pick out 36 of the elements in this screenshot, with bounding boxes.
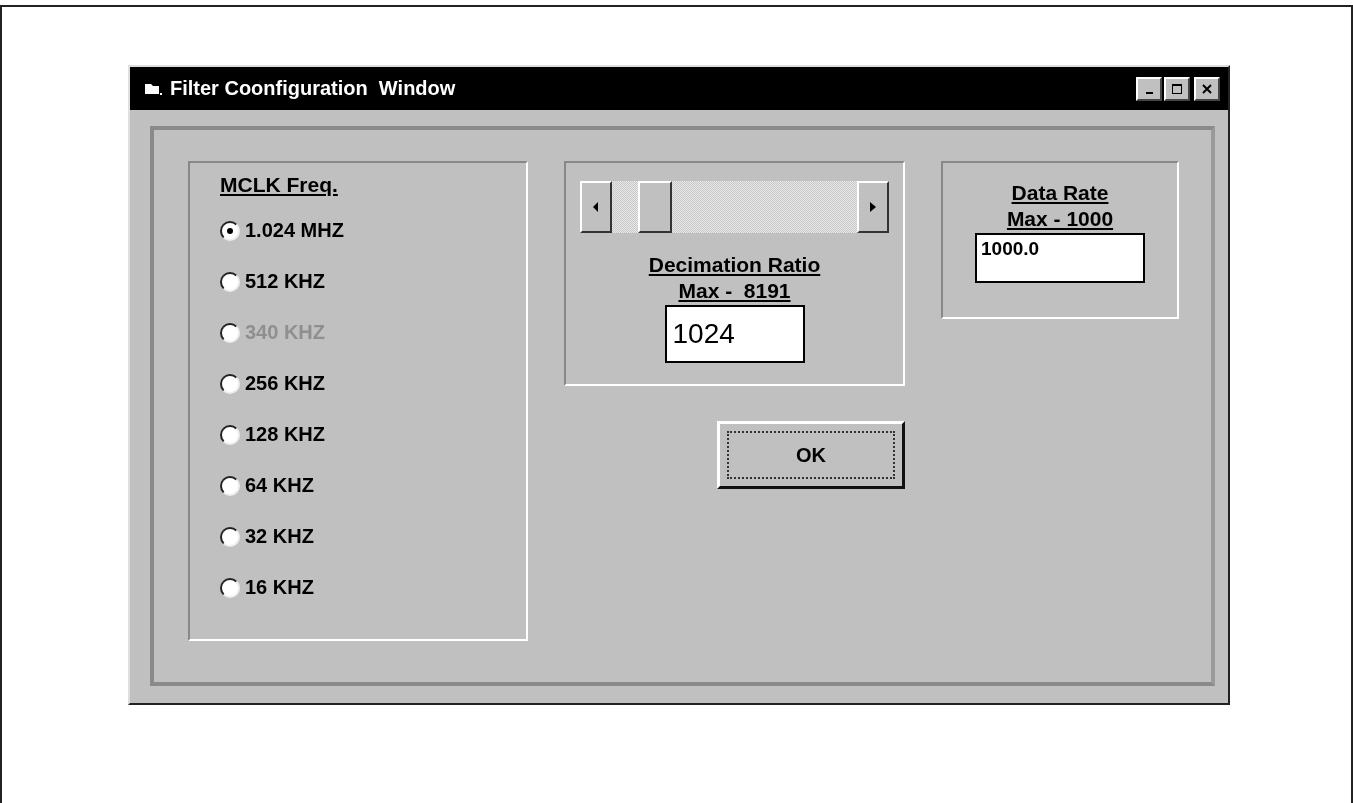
radio-option[interactable]: 512 KHZ (220, 256, 326, 307)
scroll-right-button[interactable] (857, 181, 889, 233)
close-icon (1201, 82, 1213, 95)
radio-circle[interactable] (220, 526, 240, 547)
right-arrow-icon (870, 202, 876, 212)
radio-option[interactable]: 128 KHZ (220, 409, 326, 460)
radio-option[interactable]: 256 KHZ (220, 358, 326, 409)
slider-thumb[interactable] (638, 181, 673, 233)
radio-option[interactable]: 64 KHZ (220, 460, 314, 511)
data-rate-field[interactable]: 1000.0 (975, 233, 1145, 283)
scroll-left-button[interactable] (580, 181, 612, 233)
group-heading: Data Rate (1011, 181, 1109, 205)
window-title: Filter Coonfiguration Window (170, 77, 457, 100)
maximize-button[interactable] (1164, 76, 1190, 101)
left-arrow-icon (593, 202, 599, 212)
group-heading: MCLK Freq. (220, 173, 338, 197)
group-heading: Decimation Ratio (648, 253, 821, 277)
decimation-field[interactable]: 1024 (664, 305, 805, 363)
radio-option[interactable]: 16 KHZ (220, 562, 314, 613)
radio-circle[interactable] (220, 271, 240, 292)
radio-circle[interactable] (220, 424, 240, 445)
radio-option[interactable]: 1.024 MHZ (220, 205, 344, 256)
radio-circle[interactable] (220, 373, 240, 394)
max-label: Max - 8191 (678, 279, 791, 303)
radio-circle[interactable] (220, 220, 240, 241)
radio-option[interactable]: 32 KHZ (220, 511, 314, 562)
max-label: Max - 1000 (1006, 207, 1114, 231)
radio-circle[interactable] (220, 577, 240, 598)
ok-button[interactable]: OK (717, 421, 905, 489)
maximize-icon (1171, 82, 1183, 95)
window-icon (144, 81, 162, 96)
scroll-slider[interactable] (580, 181, 889, 233)
close-button[interactable] (1194, 76, 1220, 101)
minimize-icon (1145, 91, 1153, 94)
radio-circle[interactable] (220, 475, 240, 496)
minimize-button[interactable] (1136, 76, 1162, 101)
